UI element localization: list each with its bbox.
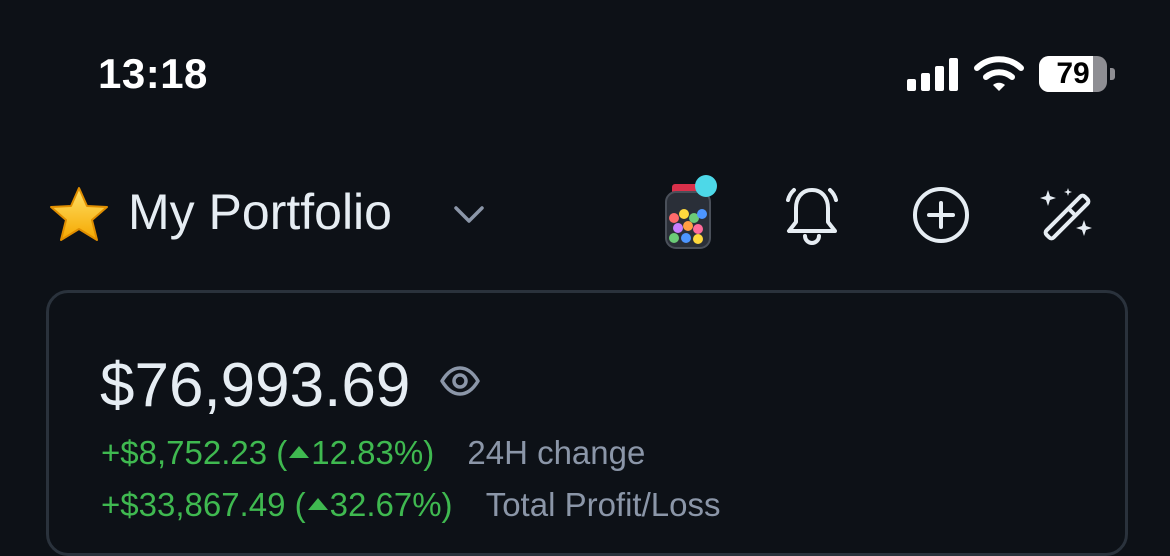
change-24h-percent: 12.83%) xyxy=(311,434,435,471)
up-triangle-icon xyxy=(307,498,328,511)
add-circle-icon[interactable] xyxy=(911,185,971,245)
up-triangle-icon xyxy=(289,446,310,459)
total-pl-label: Total Profit/Loss xyxy=(485,486,721,523)
battery-icon: 79 xyxy=(1039,56,1107,92)
status-time: 13:18 xyxy=(98,50,208,97)
magic-wand-icon[interactable] xyxy=(1038,186,1098,244)
total-pl-row: +$33,867.49 (32.67%) Total Profit/Loss xyxy=(101,486,720,524)
total-pl-open-paren: ( xyxy=(294,486,306,523)
portfolio-title[interactable]: My Portfolio xyxy=(128,183,392,241)
chevron-down-icon[interactable] xyxy=(452,202,486,226)
notification-dot xyxy=(695,175,717,197)
total-pl-percent: 32.67%) xyxy=(329,486,453,523)
battery-tip xyxy=(1110,68,1115,80)
wifi-icon xyxy=(974,56,1024,91)
change-24h-amount: +$8,752.23 xyxy=(101,434,268,471)
portfolio-balance: $76,993.69 xyxy=(100,351,411,420)
candy-jar-icon[interactable] xyxy=(660,174,722,252)
cellular-signal-icon xyxy=(907,57,959,91)
bell-icon[interactable] xyxy=(782,184,842,246)
total-pl-amount: +$33,867.49 xyxy=(101,486,286,523)
battery-level: 79 xyxy=(1056,57,1090,90)
change-24h-row: +$8,752.23 (12.83%) 24H change xyxy=(101,434,645,472)
star-icon xyxy=(50,187,108,241)
eye-icon[interactable] xyxy=(440,365,480,397)
change-24h-label: 24H change xyxy=(467,434,646,471)
change-24h-open-paren: ( xyxy=(276,434,288,471)
